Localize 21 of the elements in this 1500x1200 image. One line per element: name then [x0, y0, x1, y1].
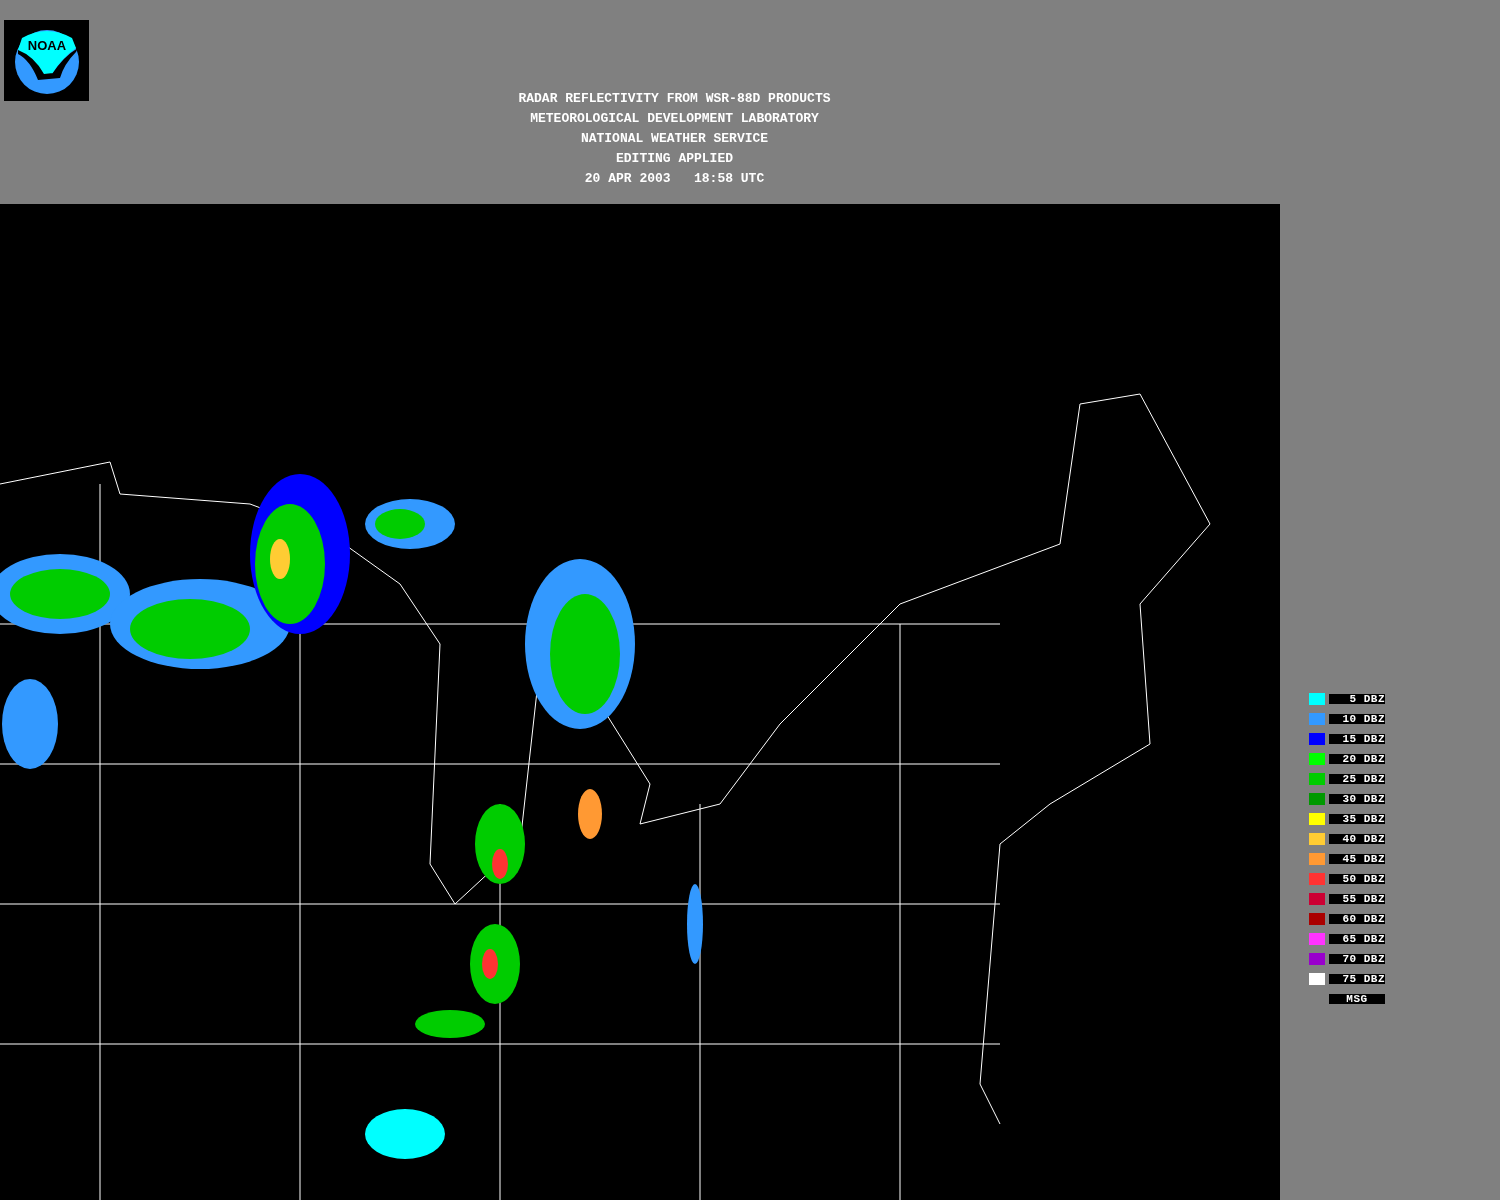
legend-label: 25 DBZ [1329, 774, 1385, 784]
title-line: METEOROLOGICAL DEVELOPMENT LABORATORY [530, 110, 819, 128]
title-line: NATIONAL WEATHER SERVICE [580, 130, 769, 148]
legend-label: MSG [1329, 994, 1385, 1004]
legend-label: 75 DBZ [1329, 974, 1385, 984]
legend-label: 5 DBZ [1329, 694, 1385, 704]
title-line: RADAR REFLECTIVITY FROM WSR-88D PRODUCTS [518, 90, 831, 108]
legend-label: 60 DBZ [1329, 914, 1385, 924]
legend-label: 20 DBZ [1329, 754, 1385, 764]
legend-label: 40 DBZ [1329, 834, 1385, 844]
legend-label: 15 DBZ [1329, 734, 1385, 744]
legend-label: 55 DBZ [1329, 894, 1385, 904]
legend-label: 45 DBZ [1329, 854, 1385, 864]
title-line: 20 APR 2003 18:58 UTC [584, 170, 765, 188]
legend-label: 65 DBZ [1329, 934, 1385, 944]
legend-label: 50 DBZ [1329, 874, 1385, 884]
legend-label: 30 DBZ [1329, 794, 1385, 804]
legend-label: 10 DBZ [1329, 714, 1385, 724]
title-line: EDITING APPLIED [616, 150, 733, 168]
legend-label: 35 DBZ [1329, 814, 1385, 824]
legend-label: 70 DBZ [1329, 954, 1385, 964]
